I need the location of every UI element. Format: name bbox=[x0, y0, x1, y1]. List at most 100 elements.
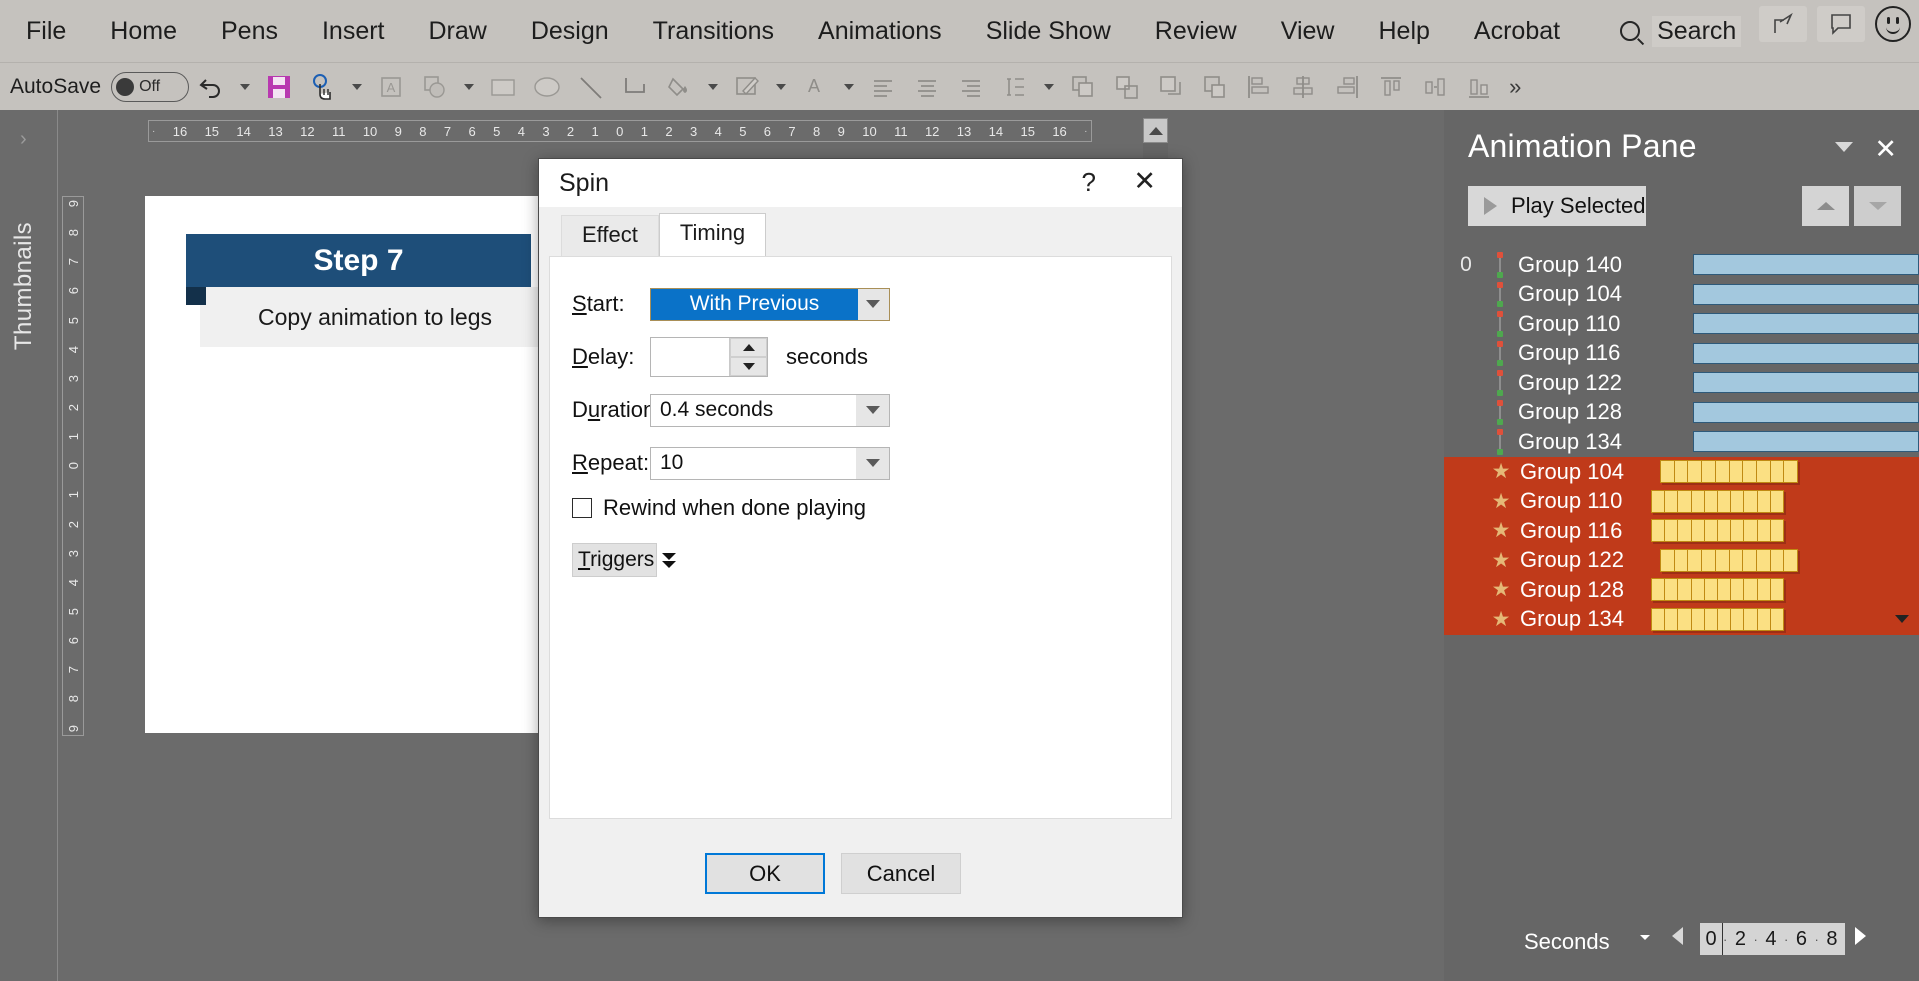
send-backward-button[interactable] bbox=[1105, 65, 1149, 109]
comments-button[interactable] bbox=[1817, 6, 1865, 42]
menu-item-slide-show[interactable]: Slide Show bbox=[964, 0, 1133, 62]
font-color-button[interactable]: A bbox=[793, 65, 837, 109]
spin-animation-button[interactable] bbox=[301, 65, 345, 109]
line-spacing-dropdown[interactable] bbox=[1037, 65, 1061, 109]
shapes-dropdown[interactable] bbox=[457, 65, 481, 109]
move-earlier-button[interactable] bbox=[1802, 186, 1849, 226]
connector-tool[interactable] bbox=[613, 65, 657, 109]
start-combobox[interactable]: With Previous bbox=[650, 287, 890, 321]
menu-item-insert[interactable]: Insert bbox=[300, 0, 407, 62]
dialog-help-button[interactable]: ? bbox=[1082, 167, 1096, 198]
delay-input[interactable] bbox=[651, 338, 729, 376]
shape-outline-dropdown[interactable] bbox=[769, 65, 793, 109]
timeline-seconds-scale[interactable]: 0 · 2 · 4 · 6 · 8 bbox=[1700, 923, 1845, 955]
align-middle-button[interactable] bbox=[1413, 65, 1457, 109]
thumbnails-label[interactable]: Thumbnails bbox=[10, 222, 38, 350]
spin-dropdown[interactable] bbox=[345, 65, 369, 109]
menu-item-review[interactable]: Review bbox=[1133, 0, 1259, 62]
chevron-down-icon[interactable] bbox=[1640, 935, 1650, 940]
list-item-selected[interactable]: ★ Group 122 bbox=[1444, 546, 1919, 576]
feedback-smiley-icon[interactable] bbox=[1875, 6, 1911, 42]
step-title-banner[interactable]: Step 7 bbox=[186, 234, 531, 287]
line-tool[interactable] bbox=[569, 65, 613, 109]
animation-timeline-bar[interactable] bbox=[1693, 372, 1919, 394]
scroll-up-button[interactable] bbox=[1143, 118, 1168, 143]
search-box[interactable]: Search bbox=[1615, 15, 1742, 47]
selected-animations-block[interactable]: ★ Group 104 ★ Group 110 ★ Group 116 ★ Gr… bbox=[1444, 457, 1919, 635]
tab-effect[interactable]: Effect bbox=[561, 215, 659, 256]
text-box-button[interactable]: A bbox=[369, 65, 413, 109]
move-later-button[interactable] bbox=[1854, 186, 1901, 226]
rewind-checkbox-row[interactable]: Rewind when done playing bbox=[572, 495, 1171, 521]
animation-pane-options-button[interactable] bbox=[1835, 142, 1853, 152]
save-button[interactable] bbox=[257, 65, 301, 109]
menu-item-file[interactable]: File bbox=[0, 0, 88, 62]
shape-outline-button[interactable] bbox=[725, 65, 769, 109]
menu-item-draw[interactable]: Draw bbox=[407, 0, 509, 62]
align-objects-center-button[interactable] bbox=[1281, 65, 1325, 109]
animation-timeline-bar[interactable] bbox=[1693, 401, 1919, 423]
animation-timeline-bar-selected[interactable] bbox=[1651, 578, 1784, 602]
align-bottom-button[interactable] bbox=[1457, 65, 1501, 109]
list-item[interactable]: Group 122 bbox=[1444, 368, 1919, 398]
menu-item-acrobat[interactable]: Acrobat bbox=[1452, 0, 1582, 62]
menu-item-design[interactable]: Design bbox=[509, 0, 631, 62]
animation-list-scroll-down-icon[interactable] bbox=[1895, 615, 1909, 624]
delay-spinner[interactable] bbox=[650, 337, 768, 377]
ellipse-tool[interactable] bbox=[525, 65, 569, 109]
bring-to-front-button[interactable] bbox=[1149, 65, 1193, 109]
undo-dropdown[interactable] bbox=[233, 65, 257, 109]
cancel-button[interactable]: Cancel bbox=[841, 853, 961, 894]
list-item[interactable]: Group 116 bbox=[1444, 339, 1919, 369]
align-top-button[interactable] bbox=[1369, 65, 1413, 109]
menu-item-transitions[interactable]: Transitions bbox=[631, 0, 796, 62]
animation-timeline-bar[interactable] bbox=[1693, 313, 1919, 335]
list-item-selected[interactable]: ★ Group 134 bbox=[1444, 605, 1919, 635]
menu-item-pens[interactable]: Pens bbox=[199, 0, 300, 62]
expand-thumbnails-icon[interactable]: › bbox=[20, 128, 27, 151]
list-item[interactable]: Group 128 bbox=[1444, 398, 1919, 428]
list-item-selected[interactable]: ★ Group 116 bbox=[1444, 516, 1919, 546]
animation-timeline-bar-selected[interactable] bbox=[1651, 607, 1784, 631]
duration-combobox[interactable]: 0.4 seconds bbox=[650, 393, 890, 427]
line-spacing-button[interactable] bbox=[993, 65, 1037, 109]
list-item[interactable]: Group 104 bbox=[1444, 280, 1919, 310]
align-objects-right-button[interactable] bbox=[1325, 65, 1369, 109]
font-color-dropdown[interactable] bbox=[837, 65, 861, 109]
step-body-text[interactable]: Copy animation to legs bbox=[200, 287, 550, 347]
tab-timing[interactable]: Timing bbox=[658, 213, 767, 256]
shapes-button[interactable] bbox=[413, 65, 457, 109]
animation-timeline-bar-selected[interactable] bbox=[1651, 519, 1784, 543]
play-selected-button[interactable]: Play Selected bbox=[1468, 186, 1646, 226]
animation-timeline-bar[interactable] bbox=[1693, 283, 1919, 305]
menu-item-home[interactable]: Home bbox=[88, 0, 199, 62]
animation-timeline-bar[interactable] bbox=[1693, 342, 1919, 364]
undo-button[interactable] bbox=[189, 65, 233, 109]
dialog-close-button[interactable]: ✕ bbox=[1133, 167, 1156, 195]
animation-timeline-bar[interactable] bbox=[1693, 254, 1919, 276]
animation-timeline-bar-selected[interactable] bbox=[1660, 548, 1798, 572]
autosave-toggle[interactable]: Off bbox=[111, 71, 190, 102]
shape-fill-dropdown[interactable] bbox=[701, 65, 725, 109]
menu-item-animations[interactable]: Animations bbox=[796, 0, 964, 62]
delay-increment-button[interactable] bbox=[730, 338, 767, 357]
triggers-button[interactable]: Triggers bbox=[572, 543, 677, 577]
shape-fill-button[interactable] bbox=[657, 65, 701, 109]
list-item-selected[interactable]: ★ Group 104 bbox=[1444, 457, 1919, 487]
start-dropdown-arrow[interactable] bbox=[856, 288, 889, 320]
align-center-button[interactable] bbox=[905, 65, 949, 109]
delay-decrement-button[interactable] bbox=[730, 357, 767, 376]
send-to-back-button[interactable] bbox=[1193, 65, 1237, 109]
repeat-combobox[interactable]: 10 bbox=[650, 446, 890, 480]
rectangle-tool[interactable] bbox=[481, 65, 525, 109]
toolbar-overflow-button[interactable]: » bbox=[1509, 74, 1521, 100]
animation-list[interactable]: 0 Group 140 Group 104 Group 110 Group 11… bbox=[1444, 250, 1919, 635]
align-right-button[interactable] bbox=[949, 65, 993, 109]
align-objects-left-button[interactable] bbox=[1237, 65, 1281, 109]
animation-timeline-bar-selected[interactable] bbox=[1651, 489, 1784, 513]
timeline-scroll-left-icon[interactable] bbox=[1672, 927, 1683, 945]
list-item-selected[interactable]: ★ Group 110 bbox=[1444, 487, 1919, 517]
menu-item-view[interactable]: View bbox=[1259, 0, 1357, 62]
list-item[interactable]: Group 110 bbox=[1444, 309, 1919, 339]
animation-pane-close-button[interactable]: ✕ bbox=[1874, 134, 1897, 165]
